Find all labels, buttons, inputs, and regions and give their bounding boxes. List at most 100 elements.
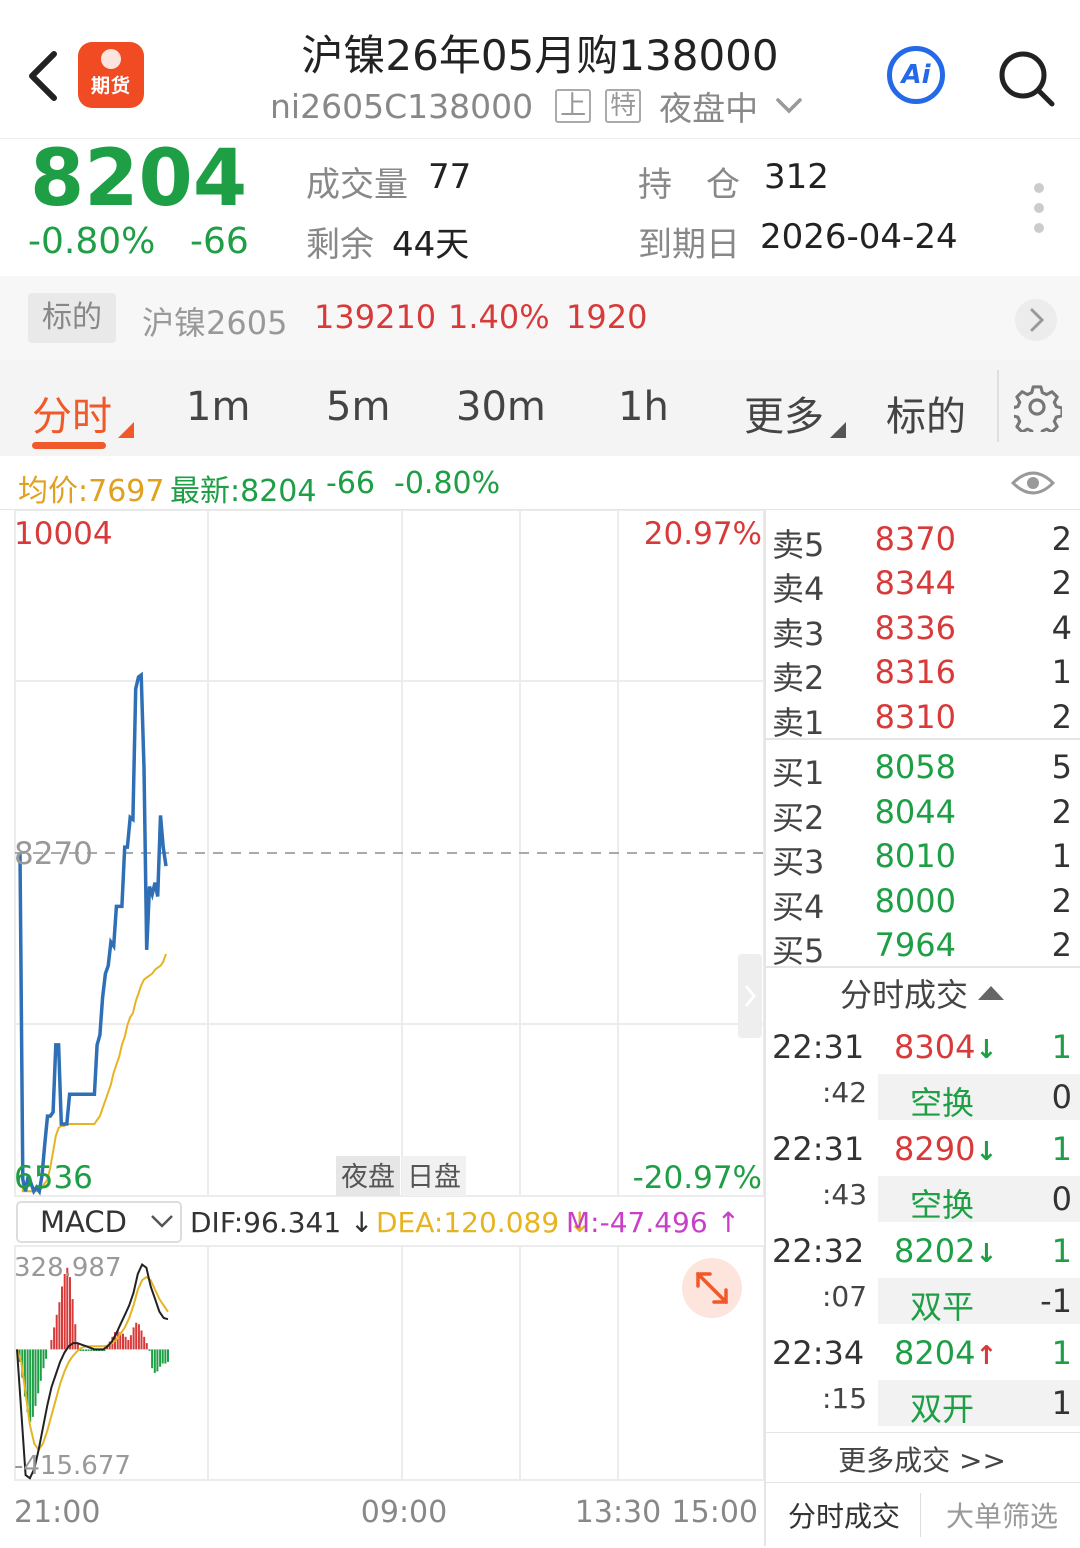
x-tick-1330: 13:30 <box>575 1495 661 1530</box>
remaining-label: 剩余 <box>306 225 374 265</box>
trade-row[interactable]: 22:31 :43 8290↓ 1 空换 0 <box>764 1124 1080 1226</box>
session-status: 夜盘中 <box>659 89 759 128</box>
bid-row-3[interactable]: 买3 8010 1 <box>764 833 1080 881</box>
ask-row-5[interactable]: 卖5 8370 2 <box>764 516 1080 564</box>
tab-large-orders[interactable]: 大单筛选 <box>946 1495 1058 1535</box>
tab-intraday-trades[interactable]: 分时成交 <box>788 1495 900 1535</box>
header: 期货 沪镍26年05月购138000 ni2605C138000 上 特 夜盘中… <box>0 0 1080 138</box>
macd-dif-label: DIF:96.341 ↓ <box>190 1206 374 1239</box>
volume-value: 77 <box>428 157 472 197</box>
bid-row-4[interactable]: 买4 8000 2 <box>764 878 1080 926</box>
panel-toggle-button[interactable] <box>738 954 762 1038</box>
caret-up-icon <box>978 986 1004 1000</box>
book-divider <box>764 738 1080 740</box>
ask-row-4[interactable]: 卖4 8344 2 <box>764 560 1080 608</box>
contract-subtitle[interactable]: ni2605C138000 上 特 夜盘中 <box>270 84 804 128</box>
tab-underlying[interactable]: 标的 <box>886 384 966 442</box>
special-tag: 特 <box>605 89 642 123</box>
quote-summary: 8204 -0.80% -66 成交量 77 剩余 44天 持 仓 312 到期… <box>0 138 1080 276</box>
indicator-chevron-icon[interactable] <box>151 1215 173 1228</box>
macd-m-label: M:-47.496 ↑ <box>566 1206 740 1239</box>
change-amount: -66 <box>190 221 249 262</box>
ai-button[interactable]: Ai <box>887 46 945 104</box>
x-tick-1500: 15:00 <box>672 1495 758 1530</box>
search-icon[interactable] <box>994 46 1058 110</box>
intraday-lines <box>18 671 168 1196</box>
tab-intraday[interactable]: 分时 <box>32 384 112 442</box>
y-axis-max-label: 10004 <box>14 516 113 552</box>
macd-histogram <box>16 1267 169 1422</box>
expiry-label: 到期日 <box>638 225 740 265</box>
trades-title: 分时成交 <box>839 976 968 1014</box>
ask-row-3[interactable]: 卖3 8336 4 <box>764 605 1080 653</box>
more-trades-link[interactable]: 更多成交 >> <box>764 1432 1080 1482</box>
bottom-tab-divider <box>920 1493 921 1537</box>
trades-header[interactable]: 分时成交 <box>764 970 1080 1018</box>
latest-change: -66 <box>326 466 375 501</box>
active-tab-indicator <box>32 442 106 449</box>
macd-dea-line <box>16 1275 169 1452</box>
bid-row-1[interactable]: 买1 8058 5 <box>764 744 1080 792</box>
tab-1h[interactable]: 1h <box>618 384 669 430</box>
trade-row[interactable]: 22:31 :42 8304↓ 1 空换 0 <box>764 1022 1080 1124</box>
latest-price: 最新:8204 <box>170 474 317 509</box>
macd-dea-label: DEA:120.089 ↓ <box>376 1206 592 1239</box>
average-price: 均价:7697 <box>18 474 165 509</box>
volume-label: 成交量 <box>306 165 408 205</box>
x-tick-0900: 09:00 <box>361 1495 447 1530</box>
chevron-down-icon[interactable] <box>774 96 804 116</box>
remaining-value: 44天 <box>392 225 470 265</box>
ask-row-2[interactable]: 卖2 8316 1 <box>764 649 1080 697</box>
macd-y-max-label: 328.987 <box>14 1253 122 1283</box>
night-session-label[interactable]: 夜盘 <box>341 1162 395 1193</box>
period-tabs: 分时 1m 5m 30m 1h 更多 标的 <box>0 360 1080 456</box>
tab-1m[interactable]: 1m <box>186 384 250 430</box>
contract-code: ni2605C138000 <box>270 86 534 126</box>
pct-axis-min-label: -20.97% <box>633 1160 762 1196</box>
chart-area[interactable]: 10004 6536 8270 20.97% -20.97% 夜盘 日盘 MAC… <box>0 510 764 1546</box>
latest-percent: -0.80% <box>394 466 501 501</box>
bid-row-2[interactable]: 买2 8044 2 <box>764 789 1080 837</box>
underlying-row[interactable]: 标的 沪镍2605 139210 1.40% 1920 <box>0 276 1080 360</box>
last-price: 8204 <box>30 134 248 224</box>
change-percent: -0.80% <box>28 221 156 262</box>
gear-icon[interactable] <box>1014 384 1062 432</box>
trade-row[interactable]: 22:34 :15 8204↑ 1 双开 1 <box>764 1328 1080 1430</box>
underlying-name: 沪镍2605 <box>142 304 288 342</box>
price-line <box>18 671 168 1196</box>
macd-y-min-label: -415.677 <box>14 1451 131 1481</box>
pct-axis-max-label: 20.97% <box>644 516 762 552</box>
tab-intraday-caret-icon <box>118 422 134 438</box>
price-info-bar: 均价:7697 最新:8204 -66 -0.80% <box>0 456 1080 510</box>
underlying-pct: 1.40% <box>448 298 550 336</box>
underlying-change: 1920 <box>566 298 648 336</box>
expiry-value: 2026-04-24 <box>760 217 958 257</box>
chevron-right-icon[interactable] <box>1014 298 1058 342</box>
trade-bottom-tabs: 分时成交 大单筛选 <box>764 1482 1080 1544</box>
eye-icon[interactable] <box>1010 466 1056 500</box>
average-price-line <box>19 852 167 1193</box>
tab-30m[interactable]: 30m <box>456 384 546 430</box>
exchange-tag: 上 <box>555 89 592 123</box>
indicator-select[interactable]: MACD <box>40 1205 127 1239</box>
tab-more-caret-icon <box>830 422 846 438</box>
ask-row-1[interactable]: 卖1 8310 2 <box>764 694 1080 742</box>
x-tick-2100: 21:00 <box>14 1495 100 1530</box>
tab-more[interactable]: 更多 <box>744 384 824 442</box>
open-interest-value: 312 <box>764 157 829 197</box>
open-interest-label: 持 仓 <box>638 165 740 205</box>
chevron-right-small-icon <box>744 985 756 1007</box>
y-axis-min-label: 6536 <box>14 1160 93 1196</box>
day-session-label[interactable]: 日盘 <box>407 1162 461 1193</box>
book-bottom-divider <box>764 966 1080 968</box>
trade-row[interactable]: 22:32 :07 8202↓ 1 双平 -1 <box>764 1226 1080 1328</box>
underlying-tag: 标的 <box>28 293 116 343</box>
tab-5m[interactable]: 5m <box>326 384 390 430</box>
macd-dif-line <box>16 1262 169 1480</box>
more-options-icon[interactable] <box>1034 183 1048 243</box>
reference-price-label: 8270 <box>14 836 93 872</box>
underlying-price: 139210 <box>314 298 437 336</box>
macd-grid <box>14 1245 764 1481</box>
tab-divider <box>997 370 999 442</box>
bid-row-5[interactable]: 买5 7964 2 <box>764 922 1080 970</box>
